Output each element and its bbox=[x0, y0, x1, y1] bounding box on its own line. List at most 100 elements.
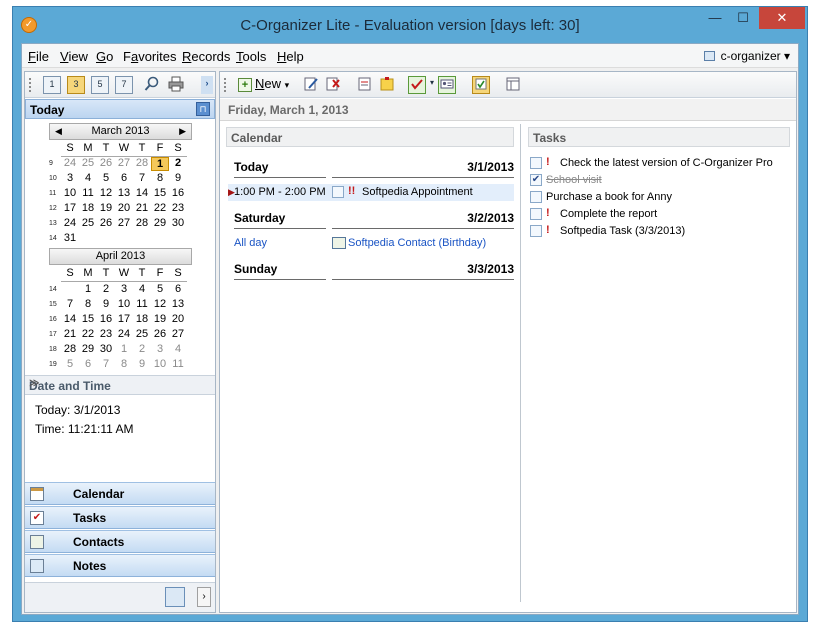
calendar-day[interactable]: 26 bbox=[97, 157, 115, 169]
date-time-header[interactable]: Date and Time ≫ bbox=[25, 375, 215, 395]
calendar-day[interactable]: 23 bbox=[169, 202, 187, 214]
left-toolbar-more[interactable]: › bbox=[201, 76, 213, 94]
calendar-day[interactable]: 11 bbox=[133, 298, 151, 310]
calendar-day[interactable]: 5 bbox=[97, 172, 115, 184]
calendar-day[interactable]: 5 bbox=[151, 283, 169, 295]
calendar-day[interactable]: 20 bbox=[169, 313, 187, 325]
menu-favorites[interactable]: Favorites bbox=[123, 49, 176, 64]
mark-complete-icon[interactable] bbox=[408, 76, 426, 94]
calendar-day[interactable]: 14 bbox=[61, 313, 79, 325]
calendar-day[interactable]: 8 bbox=[115, 358, 133, 370]
calendar-day[interactable]: 3 bbox=[61, 172, 79, 184]
calendar-day[interactable]: 27 bbox=[169, 328, 187, 340]
task-checkbox[interactable] bbox=[530, 157, 542, 169]
day-header-saturday[interactable]: Saturday 3/2/2013 bbox=[234, 211, 514, 229]
task-item[interactable]: ✔ School visit bbox=[530, 172, 792, 189]
calendar-day[interactable]: 13 bbox=[169, 298, 187, 310]
calendar-day[interactable]: 9 bbox=[169, 172, 187, 184]
calendar-day[interactable]: 23 bbox=[97, 328, 115, 340]
calendar-day[interactable]: 9 bbox=[133, 358, 151, 370]
calendar-day[interactable]: 19 bbox=[151, 313, 169, 325]
calendar-day[interactable]: 6 bbox=[79, 358, 97, 370]
task-checkbox[interactable] bbox=[530, 191, 542, 203]
calendar-day[interactable]: 17 bbox=[115, 313, 133, 325]
calendar-day[interactable]: 11 bbox=[169, 358, 187, 370]
nav-more-button[interactable]: › bbox=[197, 587, 211, 607]
edit-icon[interactable] bbox=[302, 76, 320, 94]
calendar-day[interactable]: 18 bbox=[133, 313, 151, 325]
seven-day-view-icon[interactable]: 7 bbox=[115, 76, 133, 94]
calendar-day[interactable]: 3 bbox=[151, 343, 169, 355]
menu-go[interactable]: Go bbox=[96, 49, 113, 64]
calendar-day[interactable]: 18 bbox=[79, 202, 97, 214]
menu-help[interactable]: Help bbox=[277, 49, 304, 64]
profile-selector[interactable]: c-organizer ▾ bbox=[703, 49, 790, 63]
delete-icon[interactable] bbox=[324, 76, 342, 94]
calendar-day[interactable]: 22 bbox=[151, 202, 169, 214]
menu-file[interactable]: File bbox=[28, 49, 49, 64]
menu-tools[interactable]: Tools bbox=[236, 49, 266, 64]
task-checkbox[interactable]: ✔ bbox=[530, 174, 542, 186]
calendar-day[interactable]: 28 bbox=[61, 343, 79, 355]
favorites-icon[interactable] bbox=[472, 76, 490, 94]
calendar-day[interactable]: 20 bbox=[115, 202, 133, 214]
calendar-day[interactable]: 14 bbox=[133, 187, 151, 199]
calendar-day[interactable]: 7 bbox=[133, 172, 151, 184]
calendar-day[interactable]: 28 bbox=[133, 157, 151, 169]
week-view-icon[interactable]: 5 bbox=[91, 76, 109, 94]
calendar-day[interactable]: 12 bbox=[151, 298, 169, 310]
calendar-day[interactable]: 16 bbox=[97, 313, 115, 325]
new-button[interactable]: + New ▾ bbox=[238, 76, 289, 94]
title-bar[interactable]: ✓ C-Organizer Lite - Evaluation version … bbox=[13, 7, 807, 43]
nav-calendar[interactable]: Calendar bbox=[25, 482, 215, 505]
nav-tasks[interactable]: ✔ Tasks bbox=[25, 506, 215, 529]
calendar-day[interactable]: 1 bbox=[79, 283, 97, 295]
contact-card-icon[interactable] bbox=[438, 76, 456, 94]
task-item[interactable]: ! Check the latest version of C-Organizer… bbox=[530, 155, 792, 172]
task-list-icon[interactable] bbox=[356, 76, 374, 94]
calendar-day[interactable]: 28 bbox=[133, 217, 151, 229]
calendar-day[interactable]: 4 bbox=[79, 172, 97, 184]
calendar-day[interactable]: 2 bbox=[133, 343, 151, 355]
task-checkbox[interactable] bbox=[530, 225, 542, 237]
menu-view[interactable]: View bbox=[60, 49, 88, 64]
calendar-day[interactable]: 4 bbox=[169, 343, 187, 355]
toolbar-grip[interactable] bbox=[224, 78, 227, 92]
task-item[interactable]: Purchase a book for Anny bbox=[530, 189, 792, 206]
calendar-day[interactable]: 8 bbox=[151, 172, 169, 184]
calendar-day[interactable]: 30 bbox=[97, 343, 115, 355]
calendar-day[interactable]: 4 bbox=[133, 283, 151, 295]
calendar-day-today[interactable]: 1 bbox=[151, 157, 169, 171]
print-icon[interactable] bbox=[167, 76, 185, 94]
nav-contacts[interactable]: Contacts bbox=[25, 530, 215, 553]
task-checkbox[interactable] bbox=[530, 208, 542, 220]
appointment-row[interactable]: ▶ 1:00 PM - 2:00 PM !! Softpedia Appoint… bbox=[228, 184, 514, 201]
toolbar-grip[interactable] bbox=[29, 78, 32, 92]
task-item[interactable]: ! Complete the report bbox=[530, 206, 792, 223]
appointment-checkbox[interactable] bbox=[332, 186, 344, 198]
pane-splitter[interactable] bbox=[520, 124, 521, 602]
today-header[interactable]: Today ⊓ bbox=[25, 99, 215, 119]
calendar-day[interactable]: 6 bbox=[115, 172, 133, 184]
calendar-day[interactable]: 25 bbox=[79, 217, 97, 229]
calendar-day[interactable]: 29 bbox=[79, 343, 97, 355]
calendar-day[interactable]: 2 bbox=[169, 157, 187, 169]
calendar-day[interactable]: 6 bbox=[169, 283, 187, 295]
minimize-button[interactable]: — bbox=[701, 7, 729, 29]
nav-notes[interactable]: Notes bbox=[25, 554, 215, 577]
day-header-today[interactable]: Today 3/1/2013 bbox=[234, 160, 514, 178]
calendar-day[interactable]: 1 bbox=[115, 343, 133, 355]
task-item[interactable]: ! Softpedia Task (3/3/2013) bbox=[530, 223, 792, 240]
day-view-icon[interactable]: 1 bbox=[43, 76, 61, 94]
calendar-day[interactable]: 24 bbox=[61, 217, 79, 229]
work-week-view-icon[interactable]: 3 bbox=[67, 76, 85, 94]
calendar-day[interactable]: 27 bbox=[115, 217, 133, 229]
calendar-day[interactable]: 19 bbox=[97, 202, 115, 214]
menu-records[interactable]: Records bbox=[182, 49, 230, 64]
calendar-day[interactable]: 10 bbox=[61, 187, 79, 199]
calendar-day[interactable]: 2 bbox=[97, 283, 115, 295]
calendar-day[interactable]: 10 bbox=[115, 298, 133, 310]
calendar-day[interactable]: 21 bbox=[61, 328, 79, 340]
calendar-day[interactable]: 26 bbox=[151, 328, 169, 340]
close-button[interactable]: ✕ bbox=[759, 7, 805, 29]
